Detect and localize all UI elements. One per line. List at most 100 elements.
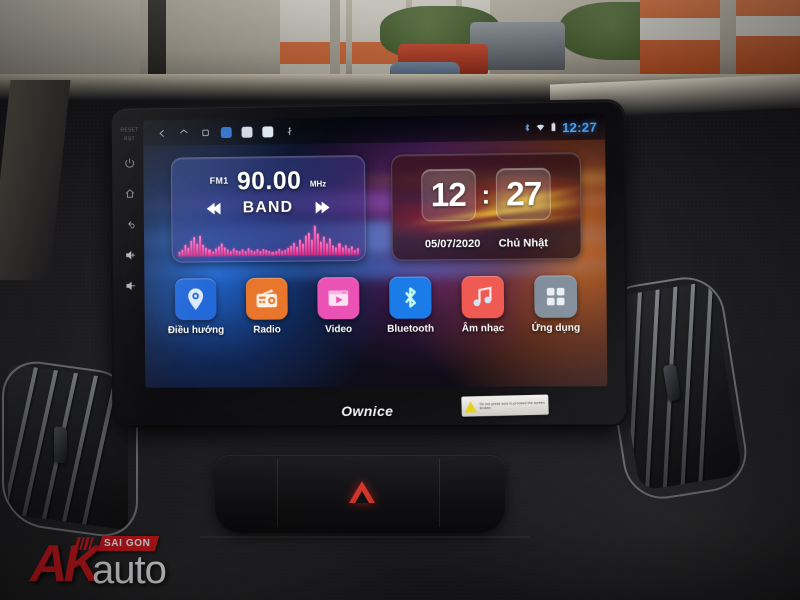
head-unit: RESET RST 12:27 FM1 90.00 MHz BAND 12: …	[111, 100, 627, 426]
spectrum-bar	[178, 251, 181, 257]
spectrum-bar	[250, 250, 253, 257]
spectrum-bar	[289, 245, 292, 256]
spectrum-bar	[205, 247, 208, 257]
spectrum-bar	[220, 243, 223, 257]
volume-down-button[interactable]	[121, 276, 141, 296]
spectrum-bar	[335, 247, 338, 256]
spectrum-bar	[304, 235, 308, 256]
radio-band-label: FM1	[209, 175, 229, 186]
clock-time: 12 : 27	[392, 167, 580, 222]
battery-icon	[551, 122, 556, 132]
app-shortcut-3[interactable]	[262, 125, 274, 137]
grid-apps-icon[interactable]	[534, 275, 578, 318]
spectrum-bar	[199, 235, 202, 257]
spectrum-bar	[295, 246, 299, 256]
radio-frequency: 90.00	[236, 166, 302, 196]
spectrum-bar	[211, 251, 214, 257]
head-unit-side-buttons: RESET RST	[116, 124, 146, 409]
spectrum-bar	[268, 251, 271, 256]
spectrum-bar	[344, 244, 347, 256]
seek-next-icon[interactable]	[315, 201, 330, 214]
spectrum-bar	[307, 232, 311, 256]
seek-prev-icon[interactable]	[207, 202, 222, 215]
warning-sticker: Do not press sure to proceed the screen …	[461, 394, 549, 417]
app-apps[interactable]: Ứng dụng	[525, 275, 586, 334]
reset-pin-label: RST	[124, 136, 135, 143]
spectrum-bar	[196, 243, 199, 257]
chevron-left-icon[interactable]	[151, 124, 173, 142]
spectrum-bar	[317, 233, 320, 256]
clock-widget[interactable]: 12 : 27 05/07/2020 Chủ Nhật	[391, 152, 582, 261]
app-navigation[interactable]: Điều hướng	[166, 278, 226, 336]
spectrum-bar	[350, 246, 353, 256]
map-pin-icon[interactable]	[174, 278, 217, 321]
spectrum-bar	[332, 245, 335, 256]
spectrum-bar	[229, 250, 232, 257]
spectrum-bar	[323, 236, 326, 256]
spectrum-bar	[232, 248, 235, 257]
console-seam	[200, 536, 530, 538]
spectrum-bar	[202, 244, 205, 257]
radio-band-button[interactable]: BAND	[243, 199, 294, 217]
spectrum-bar	[271, 251, 274, 256]
spectrum-bar	[311, 239, 314, 256]
app-music[interactable]: Âm nhạc	[452, 275, 513, 335]
music-note-icon[interactable]	[461, 275, 505, 319]
spectrum-bar	[217, 246, 220, 257]
spectrum-bar	[187, 247, 190, 257]
spectrum-bar	[244, 250, 247, 257]
spectrum-bar	[265, 249, 268, 256]
app-launcher-row: Điều hướng Radio Video Bluetooth Âm nhạc…	[166, 275, 587, 336]
spectrum-bar	[247, 248, 250, 257]
reset-label: RESET	[120, 127, 139, 134]
spectrum-bar	[356, 247, 359, 256]
clock-hours: 12	[430, 175, 466, 214]
spectrum-bar	[235, 250, 238, 257]
spectrum-bar	[184, 244, 187, 257]
spectrum-bar	[292, 242, 296, 256]
status-clock: 12:27	[561, 119, 597, 135]
app-shortcut-1[interactable]	[220, 126, 232, 138]
video-play-icon[interactable]	[317, 277, 360, 320]
clock-date-row: 05/07/2020 Chủ Nhật	[393, 237, 581, 251]
radio-widget[interactable]: FM1 90.00 MHz BAND	[170, 155, 366, 263]
watermark-logo: AK SAI GON auto	[30, 536, 230, 594]
bluetooth-icon[interactable]	[389, 276, 432, 319]
power-button[interactable]	[120, 153, 140, 173]
spectrum-bar	[329, 238, 332, 256]
usb-icon	[278, 122, 300, 140]
clock-hours-tile: 12	[420, 168, 476, 222]
radio-icon[interactable]	[245, 277, 288, 320]
spectrum-bar	[313, 225, 317, 256]
square-icon[interactable]	[194, 123, 216, 141]
app-shortcut-2[interactable]	[241, 126, 253, 138]
radio-frequency-unit: MHz	[309, 179, 327, 189]
head-unit-screen[interactable]: 12:27 FM1 90.00 MHz BAND 12: 27 05/07/2…	[143, 113, 608, 388]
app-video[interactable]: Video	[308, 277, 368, 335]
app-label-bluetooth: Bluetooth	[387, 323, 435, 335]
clock-minutes: 27	[505, 174, 542, 213]
app-bluetooth[interactable]: Bluetooth	[380, 276, 441, 335]
back-button[interactable]	[120, 214, 140, 234]
app-label-navigation: Điều hướng	[167, 324, 225, 337]
center-console-panel	[215, 455, 505, 533]
spectrum-bar	[208, 249, 211, 257]
home-button[interactable]	[120, 184, 140, 204]
volume-up-button[interactable]	[121, 245, 141, 265]
spectrum-bar	[214, 248, 217, 257]
clock-separator: :	[481, 178, 491, 210]
app-label-video: Video	[325, 324, 353, 336]
spectrum-bar	[241, 249, 244, 257]
spectrum-bar	[277, 249, 280, 256]
dashboard-photo: RESET RST 12:27 FM1 90.00 MHz BAND 12: …	[0, 0, 800, 600]
app-radio[interactable]: Radio	[237, 277, 297, 336]
clock-minutes-tile: 27	[496, 167, 552, 221]
spectrum-bar	[320, 241, 323, 256]
radio-controls: BAND	[172, 198, 364, 218]
watermark-sub: auto	[92, 548, 167, 592]
spectrum-bar	[283, 249, 286, 256]
status-indicators: 12:27	[522, 119, 597, 135]
spectrum-bar	[298, 240, 302, 256]
home-icon[interactable]	[173, 124, 195, 142]
spectrum-bar	[347, 248, 350, 256]
